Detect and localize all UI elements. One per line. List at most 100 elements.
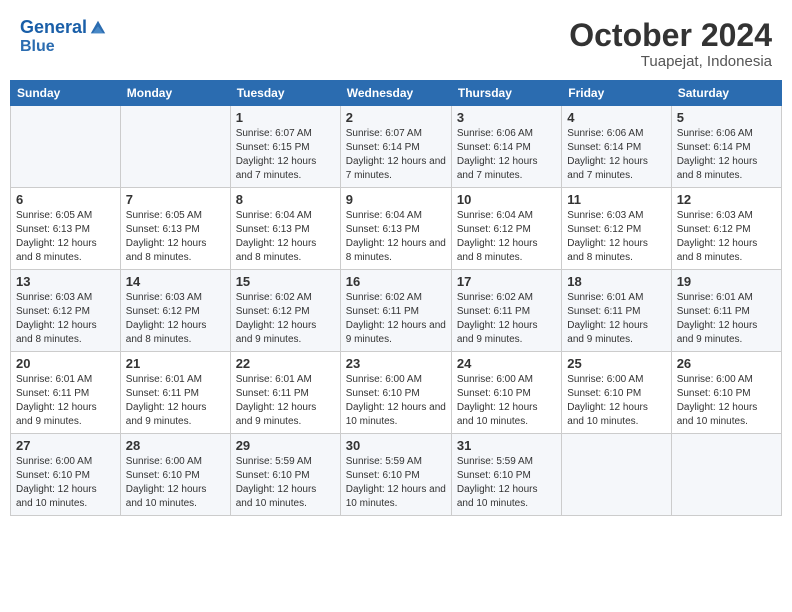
day-info: Sunrise: 6:05 AMSunset: 6:13 PMDaylight:… (126, 209, 225, 265)
calendar-cell: 7 Sunrise: 6:05 AMSunset: 6:13 PMDaylight… (120, 188, 230, 270)
calendar-cell: 27 Sunrise: 6:00 AMSunset: 6:10 PMDayligh… (11, 434, 121, 516)
day-info: Sunrise: 6:06 AMSunset: 6:14 PMDaylight:… (677, 127, 776, 183)
calendar-cell: 11 Sunrise: 6:03 AMSunset: 6:12 PMDayligh… (562, 188, 671, 270)
day-number: 29 (236, 438, 335, 453)
weekday-header-sunday: Sunday (11, 81, 121, 106)
calendar-cell (671, 434, 781, 516)
weekday-header-tuesday: Tuesday (230, 81, 340, 106)
day-info: Sunrise: 6:00 AMSunset: 6:10 PMDaylight:… (457, 373, 556, 429)
day-info: Sunrise: 6:01 AMSunset: 6:11 PMDaylight:… (567, 291, 665, 347)
day-number: 26 (677, 356, 776, 371)
day-number: 10 (457, 192, 556, 207)
calendar-cell: 5 Sunrise: 6:06 AMSunset: 6:14 PMDaylight… (671, 106, 781, 188)
calendar-cell: 4 Sunrise: 6:06 AMSunset: 6:14 PMDaylight… (562, 106, 671, 188)
day-info: Sunrise: 6:04 AMSunset: 6:12 PMDaylight:… (457, 209, 556, 265)
week-row-2: 6 Sunrise: 6:05 AMSunset: 6:13 PMDaylight… (11, 188, 782, 270)
calendar-cell: 16Sunrise: 6:02 AMSunset: 6:11 PMDayligh… (340, 270, 451, 352)
week-row-4: 20 Sunrise: 6:01 AMSunset: 6:11 PMDayligh… (11, 352, 782, 434)
calendar-cell: 23Sunrise: 6:00 AMSunset: 6:10 PMDayligh… (340, 352, 451, 434)
day-number: 3 (457, 110, 556, 125)
day-number: 25 (567, 356, 665, 371)
day-number: 22 (236, 356, 335, 371)
calendar-cell: 8Sunrise: 6:04 AMSunset: 6:13 PMDaylight… (230, 188, 340, 270)
day-info: Sunrise: 6:03 AMSunset: 6:12 PMDaylight:… (567, 209, 665, 265)
day-number: 20 (16, 356, 115, 371)
calendar-table: SundayMondayTuesdayWednesdayThursdayFrid… (10, 80, 782, 516)
weekday-header-wednesday: Wednesday (340, 81, 451, 106)
day-number: 4 (567, 110, 665, 125)
day-number: 19 (677, 274, 776, 289)
calendar-cell: 14 Sunrise: 6:03 AMSunset: 6:12 PMDayligh… (120, 270, 230, 352)
day-info: Sunrise: 5:59 AMSunset: 6:10 PMDaylight:… (236, 455, 335, 511)
calendar-cell: 28Sunrise: 6:00 AMSunset: 6:10 PMDayligh… (120, 434, 230, 516)
calendar-cell: 21 Sunrise: 6:01 AMSunset: 6:11 PMDayligh… (120, 352, 230, 434)
day-info: Sunrise: 5:59 AMSunset: 6:10 PMDaylight:… (346, 455, 446, 511)
logo-icon (89, 19, 107, 37)
calendar-cell: 6 Sunrise: 6:05 AMSunset: 6:13 PMDaylight… (11, 188, 121, 270)
calendar-cell: 9 Sunrise: 6:04 AMSunset: 6:13 PMDaylight… (340, 188, 451, 270)
day-number: 21 (126, 356, 225, 371)
day-info: Sunrise: 6:07 AMSunset: 6:14 PMDaylight:… (346, 127, 446, 183)
day-info: Sunrise: 5:59 AMSunset: 6:10 PMDaylight:… (457, 455, 556, 511)
day-info: Sunrise: 6:02 AMSunset: 6:11 PMDaylight:… (346, 291, 446, 347)
day-info: Sunrise: 6:06 AMSunset: 6:14 PMDaylight:… (567, 127, 665, 183)
day-number: 17 (457, 274, 556, 289)
calendar-cell (11, 106, 121, 188)
day-number: 13 (16, 274, 115, 289)
day-info: Sunrise: 6:07 AMSunset: 6:15 PMDaylight:… (236, 127, 335, 183)
calendar-cell: 1Sunrise: 6:07 AMSunset: 6:15 PMDaylight… (230, 106, 340, 188)
day-number: 11 (567, 192, 665, 207)
day-number: 14 (126, 274, 225, 289)
calendar-cell: 25Sunrise: 6:00 AMSunset: 6:10 PMDayligh… (562, 352, 671, 434)
calendar-cell: 15Sunrise: 6:02 AMSunset: 6:12 PMDayligh… (230, 270, 340, 352)
day-info: Sunrise: 6:00 AMSunset: 6:10 PMDaylight:… (346, 373, 446, 429)
day-info: Sunrise: 6:00 AMSunset: 6:10 PMDaylight:… (126, 455, 225, 511)
calendar-cell: 13 Sunrise: 6:03 AMSunset: 6:12 PMDayligh… (11, 270, 121, 352)
day-number: 6 (16, 192, 115, 207)
calendar-cell: 20 Sunrise: 6:01 AMSunset: 6:11 PMDayligh… (11, 352, 121, 434)
day-info: Sunrise: 6:04 AMSunset: 6:13 PMDaylight:… (346, 209, 446, 265)
calendar-cell: 22 Sunrise: 6:01 AMSunset: 6:11 PMDayligh… (230, 352, 340, 434)
day-info: Sunrise: 6:02 AMSunset: 6:11 PMDaylight:… (457, 291, 556, 347)
calendar-cell: 18Sunrise: 6:01 AMSunset: 6:11 PMDayligh… (562, 270, 671, 352)
weekday-header-thursday: Thursday (451, 81, 561, 106)
day-info: Sunrise: 6:03 AMSunset: 6:12 PMDaylight:… (126, 291, 225, 347)
day-number: 15 (236, 274, 335, 289)
calendar-cell: 29 Sunrise: 5:59 AMSunset: 6:10 PMDayligh… (230, 434, 340, 516)
day-number: 27 (16, 438, 115, 453)
day-info: Sunrise: 6:06 AMSunset: 6:14 PMDaylight:… (457, 127, 556, 183)
day-number: 24 (457, 356, 556, 371)
calendar-cell (120, 106, 230, 188)
day-info: Sunrise: 6:01 AMSunset: 6:11 PMDaylight:… (16, 373, 115, 429)
week-row-1: 1Sunrise: 6:07 AMSunset: 6:15 PMDaylight… (11, 106, 782, 188)
logo-blue: Blue (20, 38, 107, 56)
page-header: General Blue October 2024 Tuapejat, Indo… (10, 10, 782, 74)
day-info: Sunrise: 6:03 AMSunset: 6:12 PMDaylight:… (16, 291, 115, 347)
day-number: 9 (346, 192, 446, 207)
week-row-5: 27 Sunrise: 6:00 AMSunset: 6:10 PMDayligh… (11, 434, 782, 516)
day-number: 2 (346, 110, 446, 125)
day-number: 30 (346, 438, 446, 453)
calendar-cell: 17 Sunrise: 6:02 AMSunset: 6:11 PMDayligh… (451, 270, 561, 352)
week-row-3: 13 Sunrise: 6:03 AMSunset: 6:12 PMDayligh… (11, 270, 782, 352)
calendar-cell: 10 Sunrise: 6:04 AMSunset: 6:12 PMDayligh… (451, 188, 561, 270)
day-number: 31 (457, 438, 556, 453)
location: Tuapejat, Indonesia (569, 53, 772, 70)
calendar-cell: 26Sunrise: 6:00 AMSunset: 6:10 PMDayligh… (671, 352, 781, 434)
calendar-cell: 30 Sunrise: 5:59 AMSunset: 6:10 PMDayligh… (340, 434, 451, 516)
day-info: Sunrise: 6:01 AMSunset: 6:11 PMDaylight:… (126, 373, 225, 429)
day-info: Sunrise: 6:05 AMSunset: 6:13 PMDaylight:… (16, 209, 115, 265)
logo: General Blue (20, 18, 107, 55)
calendar-cell: 24 Sunrise: 6:00 AMSunset: 6:10 PMDayligh… (451, 352, 561, 434)
day-number: 7 (126, 192, 225, 207)
calendar-cell: 2 Sunrise: 6:07 AMSunset: 6:14 PMDaylight… (340, 106, 451, 188)
calendar-cell: 12Sunrise: 6:03 AMSunset: 6:12 PMDayligh… (671, 188, 781, 270)
day-info: Sunrise: 6:01 AMSunset: 6:11 PMDaylight:… (236, 373, 335, 429)
title-block: October 2024 Tuapejat, Indonesia (569, 18, 772, 70)
day-info: Sunrise: 6:03 AMSunset: 6:12 PMDaylight:… (677, 209, 776, 265)
calendar-cell: 31 Sunrise: 5:59 AMSunset: 6:10 PMDayligh… (451, 434, 561, 516)
month-title: October 2024 (569, 18, 772, 53)
day-info: Sunrise: 6:00 AMSunset: 6:10 PMDaylight:… (16, 455, 115, 511)
day-number: 5 (677, 110, 776, 125)
weekday-header-monday: Monday (120, 81, 230, 106)
